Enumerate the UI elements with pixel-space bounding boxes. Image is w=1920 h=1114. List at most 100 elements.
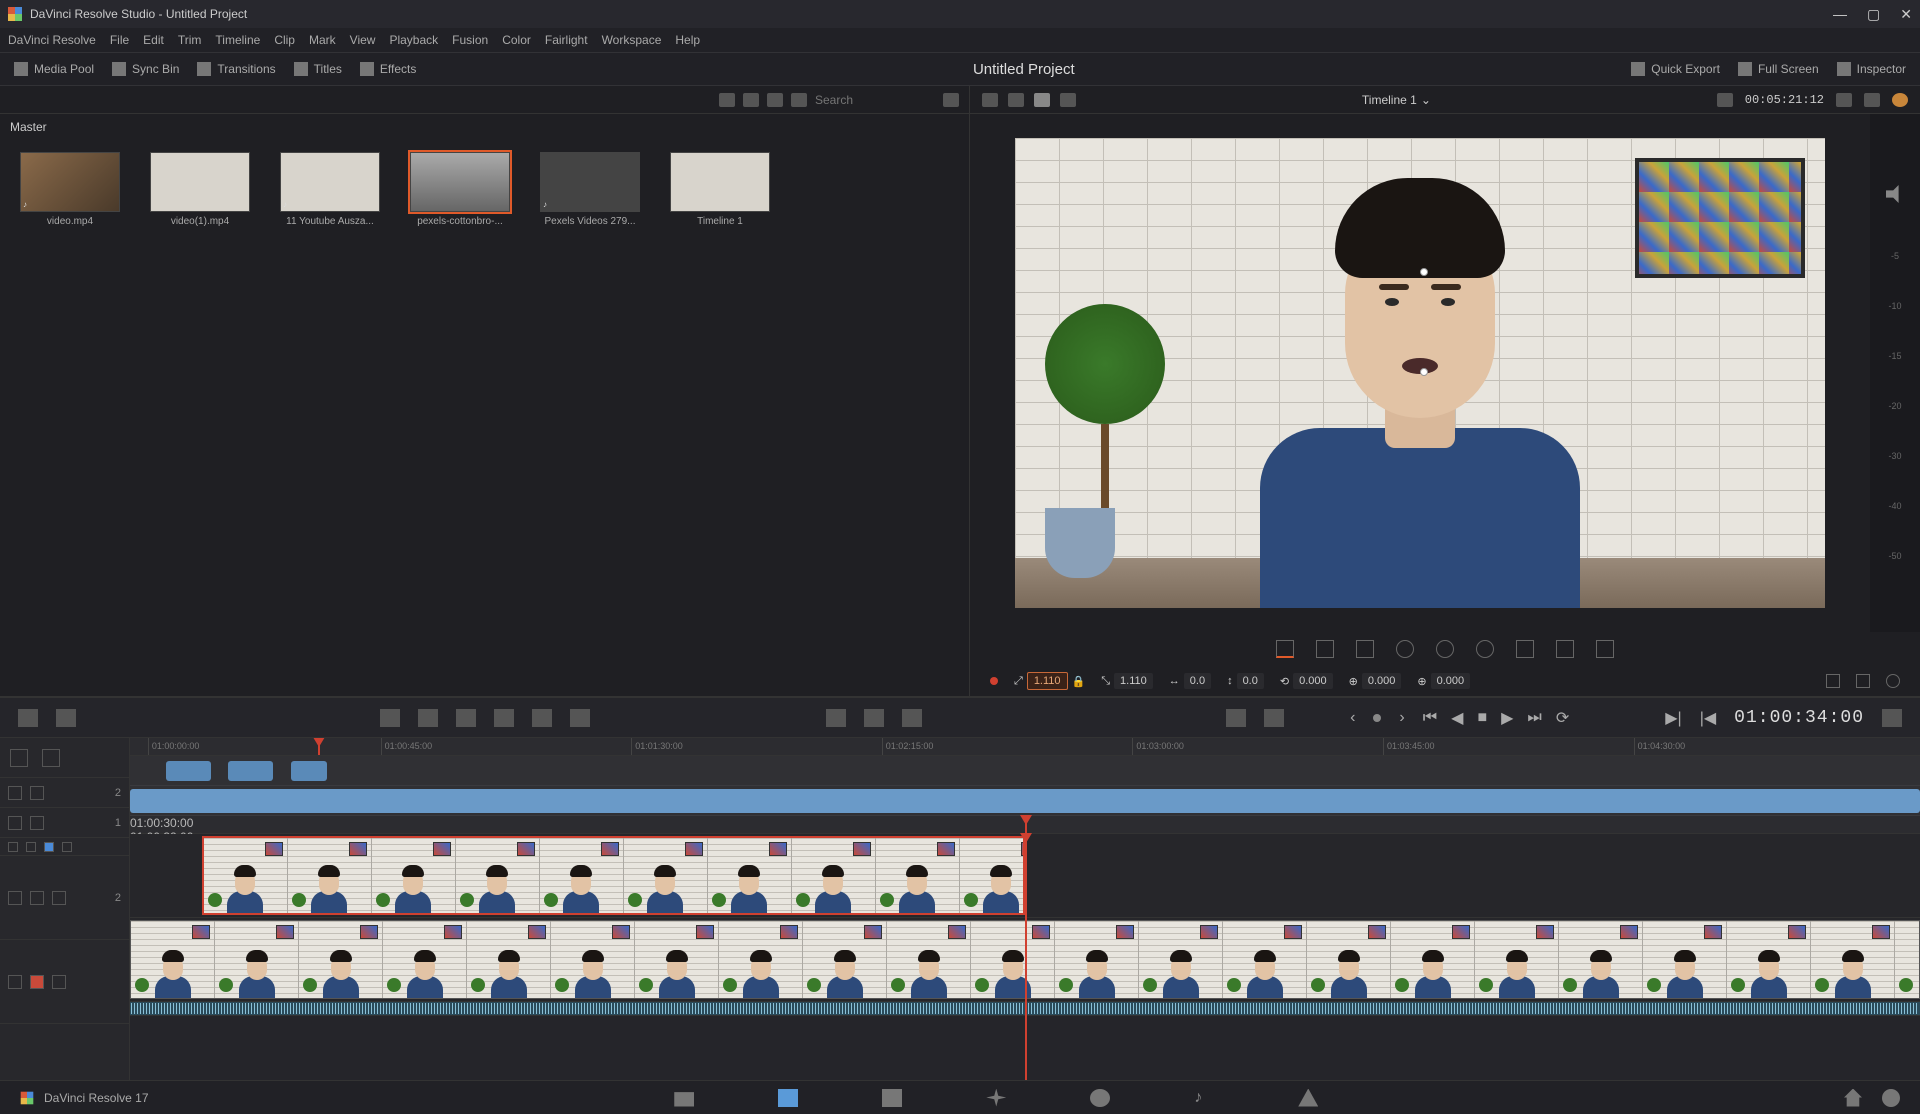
upper-track-head-v1[interactable]: 1 [0, 808, 129, 838]
inspector-toggle[interactable]: Inspector [1837, 62, 1906, 76]
marker-view-icon[interactable] [26, 842, 36, 852]
clip-item[interactable]: ♪video.mp4 [20, 152, 120, 227]
menu-playback[interactable]: Playback [389, 33, 438, 47]
fit-to-fill-icon[interactable] [494, 709, 514, 727]
menu-fusion[interactable]: Fusion [452, 33, 488, 47]
audio-track-icon[interactable] [44, 842, 54, 852]
media-page-tab[interactable] [672, 1088, 696, 1108]
transitions-toggle[interactable]: Transitions [197, 62, 275, 76]
enable-icon[interactable] [52, 975, 66, 989]
crop-tool-icon[interactable] [1316, 640, 1334, 658]
edit-index-icon[interactable] [8, 842, 18, 852]
ripple-icon[interactable] [864, 709, 884, 727]
sync-bin-toggle[interactable]: Sync Bin [112, 62, 179, 76]
home-icon[interactable] [1844, 1089, 1862, 1107]
media-pool-toggle[interactable]: Media Pool [14, 62, 94, 76]
append-icon[interactable] [570, 709, 590, 727]
split-view-icon[interactable] [1264, 709, 1284, 727]
list-view-icon[interactable] [791, 93, 807, 107]
audio-tool-icon[interactable] [1596, 640, 1614, 658]
transform-handle[interactable] [1420, 368, 1428, 376]
speed-icon[interactable] [1556, 640, 1574, 658]
clip-item[interactable]: Timeline 1 [670, 152, 770, 227]
divider-controls[interactable] [0, 838, 129, 856]
video-track-head-2[interactable]: 2 [0, 856, 129, 940]
prev-marker-icon[interactable]: ‹ [1350, 709, 1355, 727]
sync-lock-icon[interactable] [62, 842, 72, 852]
overview-playhead[interactable] [318, 738, 320, 755]
stabilize-icon[interactable] [1396, 640, 1414, 658]
loop-button[interactable]: ⟳ [1556, 708, 1569, 728]
dynamic-zoom-icon[interactable] [1356, 640, 1374, 658]
menu-color[interactable]: Color [502, 33, 531, 47]
menu-fairlight[interactable]: Fairlight [545, 33, 588, 47]
metadata-view-icon[interactable] [719, 93, 735, 107]
prev-frame-button[interactable]: ◀ [1451, 708, 1463, 728]
cut-page-tab[interactable] [776, 1088, 800, 1108]
next-marker-icon[interactable]: › [1399, 709, 1404, 727]
snap-icon[interactable] [8, 816, 22, 830]
enable-icon[interactable] [52, 891, 66, 905]
timeline-playhead[interactable] [1025, 834, 1027, 1080]
overview-lane-v2[interactable] [130, 756, 1920, 786]
menu-davinci[interactable]: DaVinci Resolve [8, 33, 96, 47]
mute-icon[interactable] [30, 975, 44, 989]
quick-export-button[interactable]: Quick Export [1631, 62, 1720, 76]
thumbnail-view-icon[interactable] [743, 93, 759, 107]
lens-correction-icon[interactable] [1436, 640, 1454, 658]
overwrite-icon[interactable] [418, 709, 438, 727]
overview-clip[interactable] [291, 761, 327, 781]
transform-tool-icon[interactable] [1276, 640, 1294, 658]
close-button[interactable]: ✕ [1900, 6, 1912, 23]
color-page-tab[interactable] [1088, 1088, 1112, 1108]
single-viewer-icon[interactable] [982, 93, 998, 107]
strip-view-icon[interactable] [767, 93, 783, 107]
match-frame-icon[interactable] [1717, 93, 1733, 107]
anchor-y-field[interactable]: 0.000 [1431, 673, 1471, 689]
overview-ruler[interactable]: 01:00:00:00 01:00:45:00 01:01:30:00 01:0… [130, 738, 1920, 756]
source-timecode[interactable]: 00:05:21:12 [1745, 93, 1824, 107]
timeline-timecode[interactable]: 01:00:34:00 [1734, 708, 1864, 728]
timeline-selector[interactable]: Timeline 1 ⌄ [1362, 93, 1431, 107]
first-frame-button[interactable]: ⏮ [1423, 709, 1437, 727]
deliver-page-tab[interactable] [1296, 1088, 1320, 1108]
clip-item[interactable]: pexels-cottonbro-... [410, 152, 510, 227]
menu-mark[interactable]: Mark [309, 33, 336, 47]
menu-view[interactable]: View [350, 33, 376, 47]
rotation-field[interactable]: 0.000 [1293, 673, 1333, 689]
clip-item[interactable]: video(1).mp4 [150, 152, 250, 227]
pos-y-field[interactable]: 0.0 [1237, 673, 1264, 689]
fusion-page-tab[interactable] [984, 1088, 1008, 1108]
selection-tool-icon[interactable] [10, 749, 28, 767]
lock-icon[interactable] [8, 891, 22, 905]
overview-clip[interactable] [130, 789, 1920, 813]
timeline-options-icon[interactable] [1882, 709, 1902, 727]
snap-icon[interactable] [8, 786, 22, 800]
next-edit-button[interactable]: ▶| [1665, 708, 1681, 728]
prev-edit-button[interactable]: |◀ [1700, 708, 1716, 728]
play-button[interactable]: ▶ [1501, 708, 1513, 728]
overview-clip[interactable] [166, 761, 211, 781]
speaker-icon[interactable] [1886, 185, 1904, 203]
fairlight-page-tab[interactable]: ♪ [1192, 1088, 1216, 1108]
overview-clip[interactable] [228, 761, 273, 781]
bypass-icon[interactable] [1864, 93, 1880, 107]
menu-trim[interactable]: Trim [178, 33, 202, 47]
mute-icon[interactable] [30, 891, 44, 905]
reset-icon[interactable] [1886, 674, 1900, 688]
menu-file[interactable]: File [110, 33, 129, 47]
place-on-top-icon[interactable] [532, 709, 552, 727]
full-screen-button[interactable]: Full Screen [1738, 62, 1819, 76]
detail-ruler[interactable]: 01:00:30:00 01:00:32:00 01:00:34:00 01:0… [130, 816, 1920, 834]
lock-icon[interactable] [8, 975, 22, 989]
smart-insert-icon[interactable] [18, 709, 38, 727]
loop-region-icon[interactable] [1892, 93, 1908, 107]
sort-icon[interactable] [943, 93, 959, 107]
pos-x-field[interactable]: 0.0 [1184, 673, 1211, 689]
replace-icon[interactable] [456, 709, 476, 727]
trim-view-icon[interactable] [826, 709, 846, 727]
stop-button[interactable]: ■ [1477, 709, 1487, 727]
tracks-area[interactable]: 01:00:00:00 01:00:45:00 01:01:30:00 01:0… [130, 738, 1920, 1080]
titles-toggle[interactable]: Titles [294, 62, 342, 76]
insert-icon[interactable] [380, 709, 400, 727]
